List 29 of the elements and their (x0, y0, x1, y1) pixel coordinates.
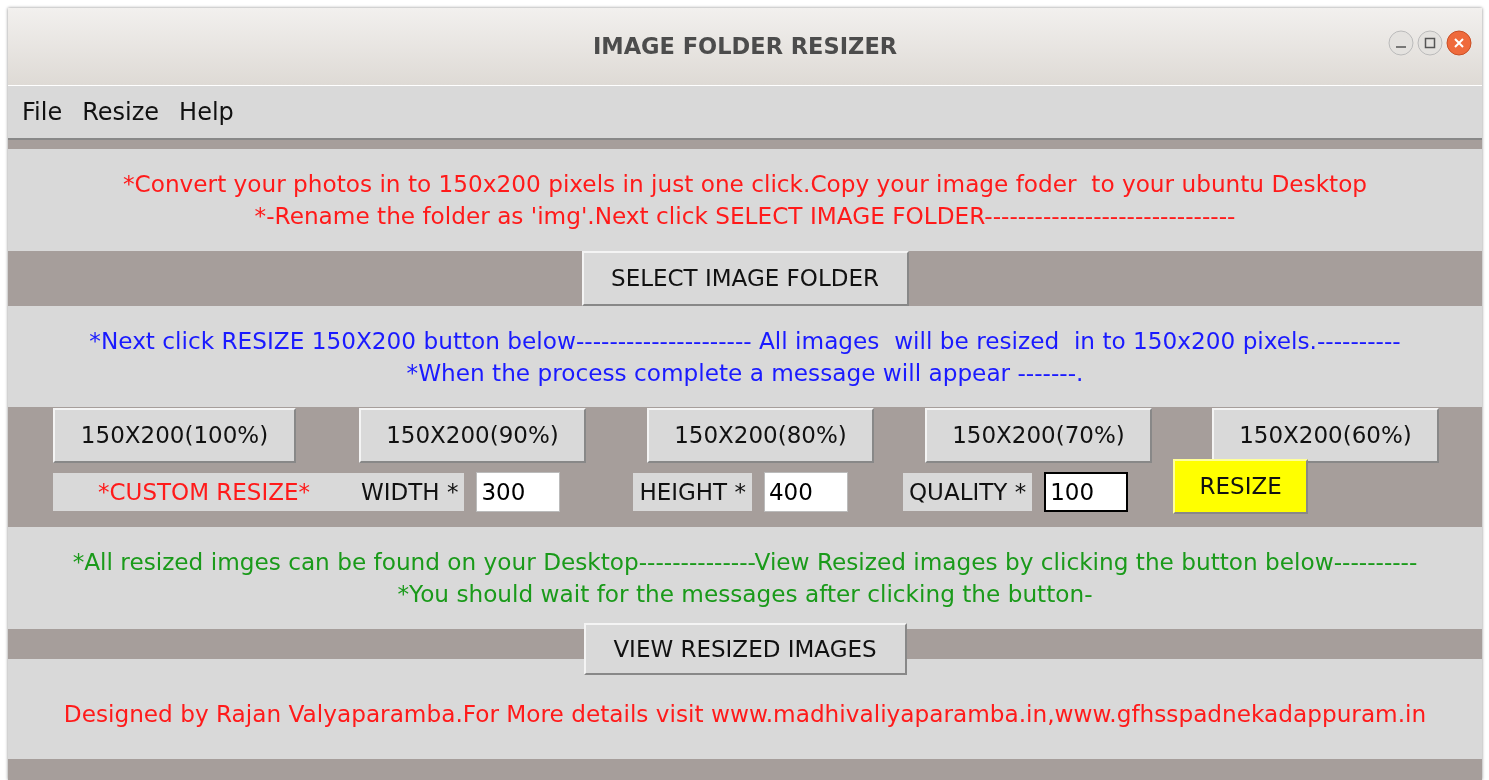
instruction-text: *All resized imges can be found on your Desktop--------------View Resized images by clicking the button below---------- (72, 547, 1418, 577)
field-label: WIDTH * (355, 473, 465, 511)
instruction-text: *You should wait for the messages after clicking the button- (397, 579, 1093, 609)
preset-button[interactable]: 150X200(80%) (647, 408, 874, 463)
preset-button[interactable]: 150X200(70%) (925, 408, 1152, 463)
input-field[interactable]: 400 (764, 472, 848, 512)
input-field[interactable]: 100 (1044, 472, 1129, 512)
field-label: HEIGHT * (633, 473, 752, 511)
instruction-text: *Next click RESIZE 150X200 button below--------------------- All images will be resized in to 150x200 pixels.---------- (89, 325, 1401, 356)
preset-button[interactable]: 150X200(90%) (359, 408, 586, 463)
view-images-button[interactable]: VIEW RESIZED IMAGES (583, 623, 907, 675)
instruction-text: *When the process complete a message will appear -------. (406, 357, 1084, 388)
instruction-text: *Convert your photos in to 150x200 pixels in just one click.Copy your image foder to your ubuntu Desktop (122, 169, 1368, 199)
menu-item[interactable]: Resize (72, 94, 170, 130)
footer-text: Designed by Rajan Valyaparamba.For More details visit www.madhivaliyaparamba.in,www.gfhsspadnekadappuram.in (63, 699, 1427, 729)
preset-button[interactable]: 150X200(100%) (53, 408, 296, 463)
select-folder-button[interactable]: SELECT IMAGE FOLDER (581, 251, 909, 306)
preset-button[interactable]: 150X200(60%) (1212, 408, 1439, 463)
window-title: IMAGE FOLDER RESIZER (592, 31, 898, 61)
custom-resize-label: *CUSTOM RESIZE* (53, 473, 355, 511)
close-icon[interactable] (1446, 30, 1472, 56)
minimize-icon[interactable] (1388, 30, 1414, 56)
instruction-text: *-Rename the folder as 'img'.Next click SELECT IMAGE FOLDER------------------------------ (254, 201, 1236, 231)
resize-button[interactable]: RESIZE (1173, 458, 1309, 514)
input-field[interactable]: 300 (476, 472, 561, 512)
field-label: QUALITY * (903, 473, 1033, 511)
menu-item[interactable]: File (12, 94, 73, 130)
menu-item[interactable]: Help (169, 94, 244, 130)
maximize-icon[interactable] (1417, 30, 1443, 56)
